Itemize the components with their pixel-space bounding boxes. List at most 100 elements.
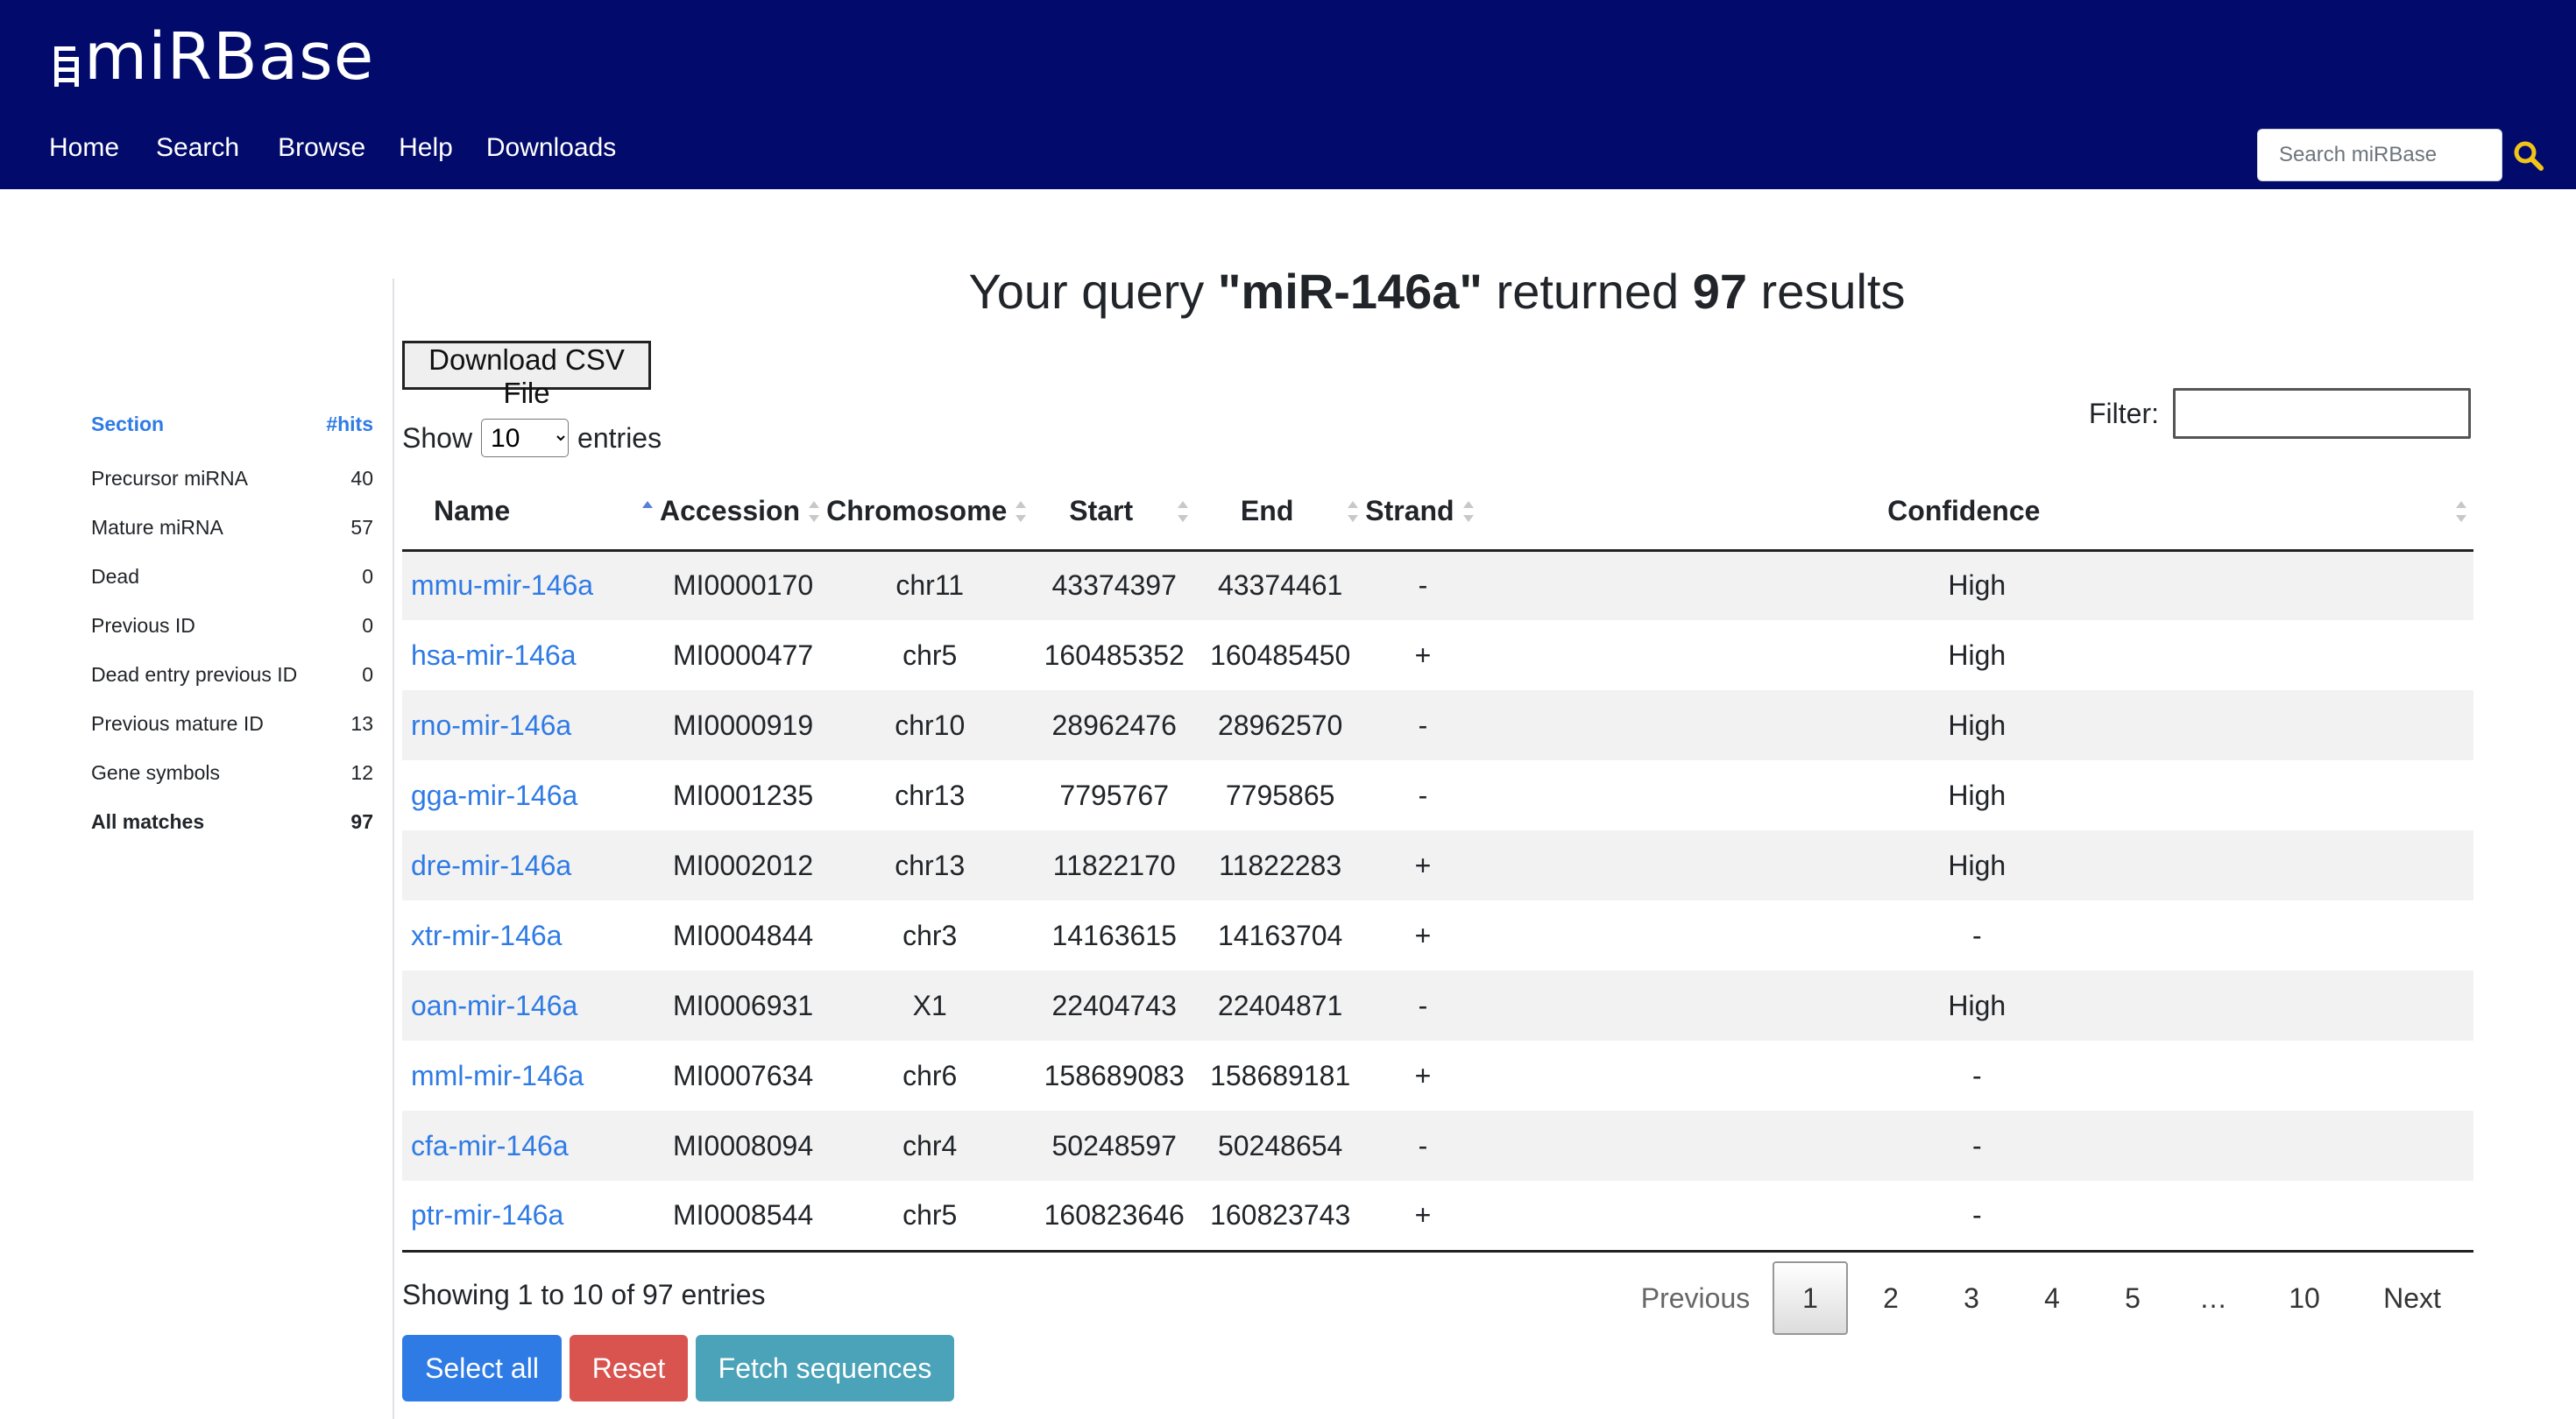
pagination-previous[interactable]: Previous [1621,1261,1770,1335]
sidebar-item-previous-mature-id[interactable]: Previous mature ID 13 [91,699,373,748]
cell-strand: - [1365,550,1481,620]
cell-confidence: - [1971,919,1982,951]
page-length-select[interactable]: 10 [481,419,570,457]
cell-start: 14163615 [1051,919,1177,951]
column-header-label: Confidence [1887,494,2041,526]
mirna-link[interactable]: oan-mir-146a [411,990,577,1021]
cell-accession: MI0000170 [660,550,827,620]
sidebar-item-all-matches[interactable]: All matches 97 [91,797,373,846]
page-length-control: Show 10 entries [402,419,662,457]
mirna-link[interactable]: xtr-mir-146a [411,920,562,951]
sidebar-item-dead[interactable]: Dead 0 [91,552,373,601]
mirna-link[interactable]: dre-mir-146a [411,850,571,881]
cell-strand: - [1418,779,1428,811]
pagination-page-3[interactable]: 3 [1934,1261,2009,1335]
reset-button[interactable]: Reset [570,1335,688,1401]
pagination-page-4[interactable]: 4 [2014,1261,2090,1335]
sidebar-item-label: Mature miRNA [91,515,223,539]
cell-strand: + [1365,1181,1481,1253]
sidebar-section-header: Section [91,412,165,435]
nav-home[interactable]: Home [49,133,119,163]
cell-name: hsa-mir-146a [402,620,660,690]
cell-end: 50248654 [1195,1111,1366,1181]
cell-strand: - [1365,690,1481,760]
select-all-button[interactable]: Select all [402,1335,562,1401]
cell-chromosome: chr13 [895,779,966,811]
pagination-next[interactable]: Next [2355,1261,2469,1335]
sidebar-item-count: 0 [362,662,373,686]
sidebar-item-dead-entry-previous-id[interactable]: Dead entry previous ID 0 [91,650,373,699]
cell-start: 50248597 [1033,1111,1196,1181]
pagination-page-1[interactable]: 1 [1773,1261,1848,1335]
sort-icon [1462,501,1474,522]
main-nav: Home Search Browse Help Downloads [49,133,655,163]
cell-confidence: High [1948,639,2006,671]
sidebar-item-label: Precursor miRNA [91,466,248,490]
table-row: gga-mir-146a MI0001235 chr13 7795767 779… [402,760,2473,830]
cell-accession: MI0006931 [660,971,827,1041]
filter-label: Filter: [2089,397,2159,429]
cell-start: 158689083 [1044,1059,1185,1091]
download-csv-button[interactable]: Download CSV File [402,341,651,409]
cell-chromosome: chr10 [826,690,1034,760]
cell-confidence: - [1480,1111,2473,1181]
header-search-input[interactable] [2257,129,2502,181]
cell-confidence: High [1480,830,2473,900]
nav-search[interactable]: Search [156,133,239,163]
mirna-link[interactable]: mml-mir-146a [411,1060,584,1091]
column-header-name[interactable]: Name [402,473,661,552]
cell-accession: MI0008544 [660,1181,827,1253]
nav-help[interactable]: Help [399,133,453,163]
cell-end: 7795865 [1225,779,1335,811]
sort-icon [2456,501,2466,522]
sidebar-hits-header: #hits [326,412,373,435]
cell-chromosome: chr4 [826,1111,1034,1181]
mirna-link[interactable]: hsa-mir-146a [411,639,577,671]
filter-input[interactable] [2173,388,2471,439]
nav-downloads[interactable]: Downloads [486,133,616,163]
entries-label: entries [577,421,662,454]
cell-confidence: High [1480,971,2473,1041]
title-query: "miR-146a" [1217,264,1483,319]
table-header-row: Name Accession Chromosome Start End Stra… [402,473,2473,552]
cell-name: oan-mir-146a [402,971,661,1041]
sidebar-item-gene-symbols[interactable]: Gene symbols 12 [91,748,373,797]
cell-end: 28962570 [1195,690,1366,760]
sidebar-item-mature-mirna[interactable]: Mature miRNA 57 [91,503,373,552]
pagination-page-2[interactable]: 2 [1853,1261,1928,1335]
nav-browse[interactable]: Browse [278,133,365,163]
cell-chromosome: chr5 [902,639,958,671]
sort-icon [1178,501,1189,522]
search-icon[interactable] [2511,138,2546,173]
mirbase-logo[interactable]: miRBase [53,18,374,96]
column-header-label: Start [1069,494,1134,526]
fetch-sequences-button[interactable]: Fetch sequences [696,1335,954,1401]
mirna-link[interactable]: rno-mir-146a [411,710,571,741]
cell-end: 14163704 [1217,919,1343,951]
table-row: hsa-mir-146a MI0000477 chr5 160485352 16… [402,620,2473,690]
cell-start: 160485352 [1044,639,1185,671]
column-header-chromosome[interactable]: Chromosome [826,473,1034,552]
pagination-page-10[interactable]: 10 [2256,1261,2353,1335]
column-header-strand[interactable]: Strand [1365,473,1481,552]
sidebar-item-count: 0 [362,564,373,588]
cell-strand: + [1414,919,1432,951]
mirna-link[interactable]: mmu-mir-146a [411,569,593,601]
pagination: Previous 1 2 3 4 5 … 10 Next [1621,1261,2469,1335]
mirna-link[interactable]: ptr-mir-146a [411,1199,563,1231]
sort-ascending-icon [642,501,654,508]
mirna-link[interactable]: gga-mir-146a [411,780,577,811]
cell-start: 28962476 [1033,690,1196,760]
pagination-page-5[interactable]: 5 [2095,1261,2170,1335]
column-header-end[interactable]: End [1195,473,1366,552]
sidebar-item-precursor-mirna[interactable]: Precursor miRNA 40 [91,454,373,503]
column-header-accession[interactable]: Accession [660,473,827,552]
cell-start: 11822170 [1033,830,1196,900]
results-table: Name Accession Chromosome Start End Stra… [402,473,2473,1253]
sidebar-item-previous-id[interactable]: Previous ID 0 [91,601,373,650]
column-header-start[interactable]: Start [1033,473,1196,552]
sidebar-item-label: Previous ID [91,613,195,637]
column-header-confidence[interactable]: Confidence [1480,473,2473,552]
mirna-link[interactable]: cfa-mir-146a [411,1130,569,1161]
column-header-label: Accession [660,494,801,526]
